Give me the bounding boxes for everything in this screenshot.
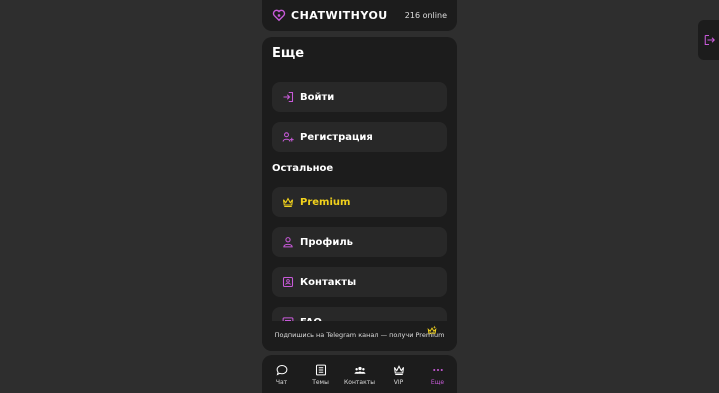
register-button[interactable]: Регистрация <box>272 122 447 152</box>
profile-button[interactable]: Профиль <box>272 227 447 257</box>
user-icon <box>283 237 293 248</box>
crown-icon <box>393 365 404 376</box>
side-login-button[interactable] <box>698 20 719 60</box>
heart-chat-icon <box>272 9 286 22</box>
telegram-promo[interactable]: Подпишись на Telegram канал — получи Pre… <box>262 321 457 351</box>
nav-vip[interactable]: VIP <box>380 355 418 386</box>
page-title: Еще <box>272 46 305 61</box>
group-icon <box>354 366 365 374</box>
premium-label: Premium <box>300 196 351 208</box>
list-icon <box>315 364 326 376</box>
contacts-icon <box>282 276 294 288</box>
register-label: Регистрация <box>300 131 373 143</box>
more-panel: Еще Войти Регистрация Остальное Premium … <box>262 37 457 351</box>
nav-contacts-label: Контакты <box>344 379 375 386</box>
login-icon <box>283 91 294 103</box>
login-icon <box>704 34 715 46</box>
nav-topics-label: Темы <box>312 379 329 386</box>
nav-chat-label: Чат <box>275 379 288 386</box>
logo[interactable]: CHATWITHYOU <box>272 8 388 22</box>
nav-contacts[interactable]: Контакты <box>341 355 379 386</box>
online-count: 216 online <box>404 11 447 20</box>
nav-chat[interactable]: Чат <box>263 355 301 386</box>
contacts-button[interactable]: Контакты <box>272 267 447 297</box>
contacts-label: Контакты <box>300 276 357 288</box>
crown-sparkle-icon <box>427 325 437 334</box>
login-label: Войти <box>300 91 335 103</box>
bottom-navigation: Чат Темы Контакты VIP Еще <box>262 355 457 393</box>
top-bar: CHATWITHYOU 216 online <box>262 0 457 31</box>
chat-bubble-icon <box>276 364 287 376</box>
add-user-icon <box>282 132 294 142</box>
crown-icon <box>282 197 294 208</box>
premium-button[interactable]: Premium <box>272 187 447 217</box>
login-button[interactable]: Войти <box>272 82 447 112</box>
brand-name: CHATWITHYOU <box>291 8 388 22</box>
more-icon <box>432 368 443 372</box>
nav-vip-label: VIP <box>393 379 404 386</box>
profile-label: Профиль <box>300 236 353 248</box>
nav-topics[interactable]: Темы <box>302 355 340 386</box>
nav-more-label: Еще <box>430 379 445 386</box>
nav-more[interactable]: Еще <box>419 355 457 386</box>
section-title: Остальное <box>272 163 334 174</box>
